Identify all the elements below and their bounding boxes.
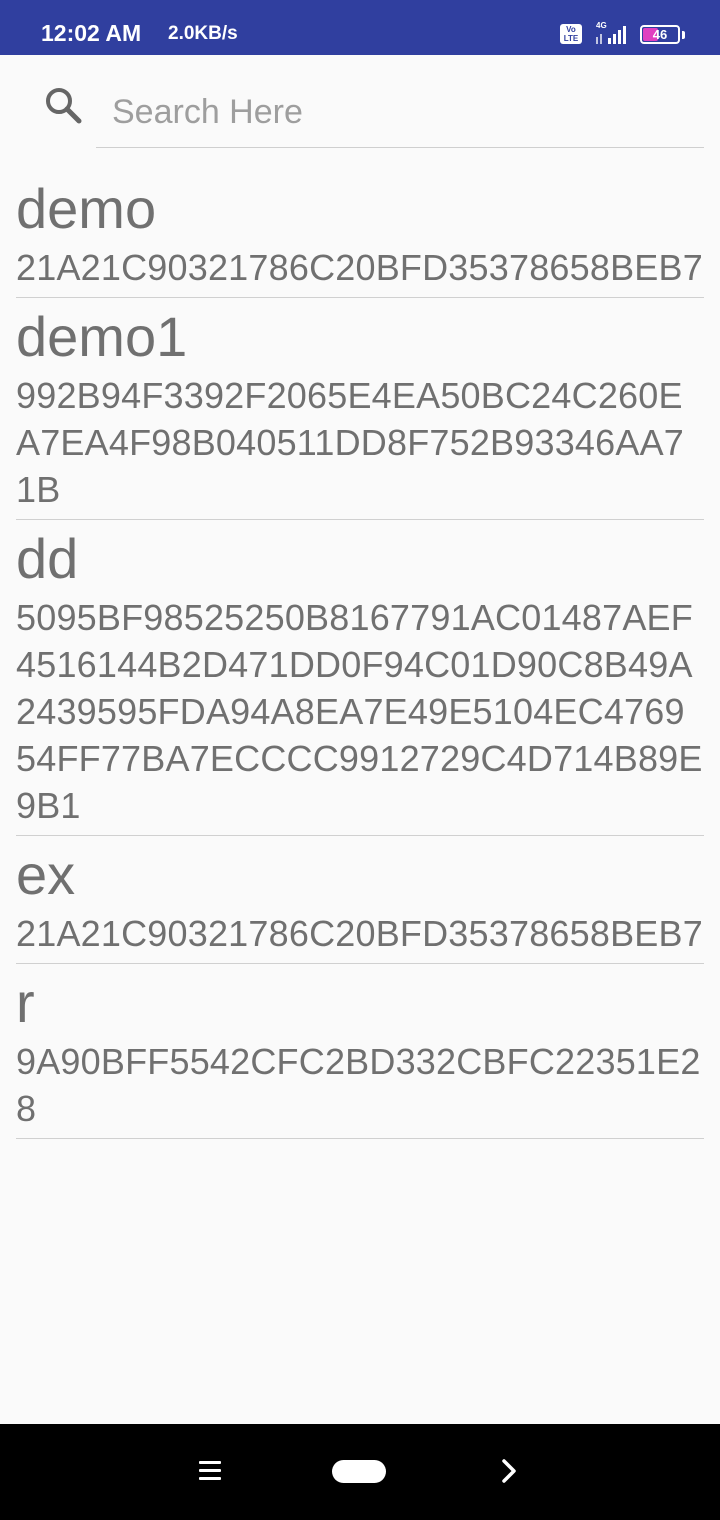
item-name: dd xyxy=(16,527,79,590)
item-name: demo1 xyxy=(16,305,188,368)
battery-icon: 46 xyxy=(640,25,680,44)
status-bar: 12:02 AM 2.0KB/s Vo LTE 4G 46 xyxy=(0,0,720,55)
item-hash: 992B94F3392F2065E4EA50BC24C260EA7EA4F98B… xyxy=(16,375,685,510)
battery-tip xyxy=(682,31,685,39)
search-input[interactable] xyxy=(96,78,704,148)
battery-percent: 46 xyxy=(652,27,668,42)
item-list: demo 21A21C90321786C20BFD35378658BEB7 demo… xyxy=(16,170,704,1139)
signal-icon: 4G xyxy=(596,21,626,44)
item-hash: 21A21C90321786C20BFD35378658BEB7 xyxy=(16,913,703,954)
home-pill-icon[interactable] xyxy=(332,1460,386,1483)
item-hash: 9A90BFF5542CFC2BD332CBFC22351E28 xyxy=(16,1041,701,1129)
item-name: r xyxy=(16,971,35,1034)
item-hash: 5095BF98525250B8167791AC01487AEF4516144B… xyxy=(16,597,703,826)
list-item[interactable]: demo 21A21C90321786C20BFD35378658BEB7 xyxy=(16,174,704,298)
list-item[interactable]: demo1 992B94F3392F2065E4EA50BC24C260EA7EA… xyxy=(16,302,704,520)
status-time: 12:02 AM xyxy=(41,20,142,46)
item-name: demo xyxy=(16,177,157,240)
item-hash: 21A21C90321786C20BFD35378658BEB7 xyxy=(16,247,703,288)
list-item[interactable]: dd 5095BF98525250B8167791AC01487AEF451614… xyxy=(16,524,704,836)
network-speed: 2.0KB/s xyxy=(168,23,238,44)
menu-icon[interactable] xyxy=(199,1461,221,1481)
network-type-label: 4G xyxy=(596,21,607,30)
volte-icon: Vo LTE xyxy=(560,24,582,44)
list-item[interactable]: ex 21A21C90321786C20BFD35378658BEB7 xyxy=(16,840,704,964)
item-name: ex xyxy=(16,843,76,906)
search-icon[interactable] xyxy=(42,84,84,126)
chevron-right-icon[interactable] xyxy=(497,1459,521,1483)
list-item[interactable]: r 9A90BFF5542CFC2BD332CBFC22351E28 xyxy=(16,968,704,1139)
